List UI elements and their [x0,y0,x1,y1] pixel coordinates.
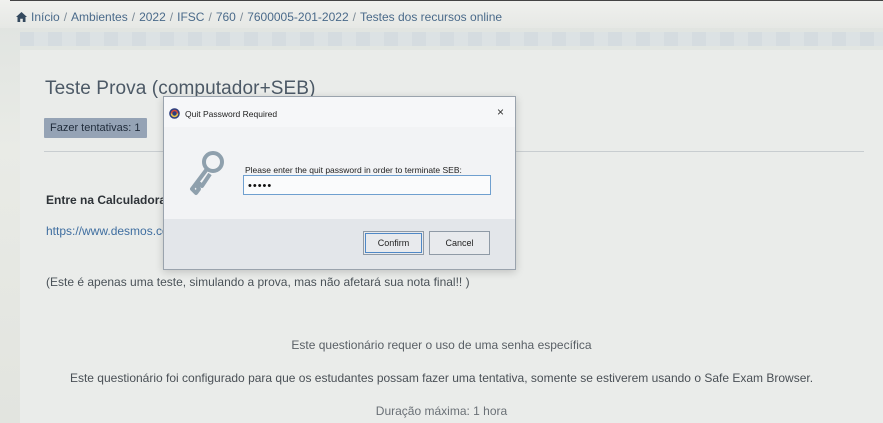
duration-text: Duração máxima: 1 hora [375,404,508,418]
close-icon[interactable]: × [494,106,507,119]
home-icon[interactable] [16,12,27,22]
breadcrumb-separator: / [239,10,244,24]
cancel-button[interactable]: Cancel [429,231,490,255]
top-divider [10,0,883,1]
quiz-note: (Este é apenas uma teste, simulando a pr… [46,275,470,289]
key-icon [190,151,224,195]
confirm-button[interactable]: Confirm [363,231,424,255]
dialog-title: Quit Password Required [185,109,278,119]
seb-notice-text: Este questionário foi configurado para q… [69,371,814,385]
password-requirement-text: Este questionário requer o uso de uma se… [291,338,592,352]
breadcrumb-item-2022[interactable]: 2022 [139,10,166,24]
breadcrumb-item-course[interactable]: 7600005-201-2022 [247,10,348,24]
breadcrumb-separator: / [169,10,174,24]
calculator-heading: Entre na Calculadora [46,193,167,207]
breadcrumb-item-ifsc[interactable]: IFSC [177,10,204,24]
breadcrumb-item-ambientes[interactable]: Ambientes [71,10,128,24]
quit-password-dialog: Quit Password Required × Please enter th… [163,96,516,270]
quit-password-input[interactable]: ••••• [243,175,491,195]
calculator-link[interactable]: https://www.desmos.co [46,224,169,238]
breadcrumb-separator: / [131,10,136,24]
breadcrumb-item-testes[interactable]: Testes dos recursos online [360,10,502,24]
dialog-prompt: Please enter the quit password in order … [245,165,462,175]
breadcrumb-item-760[interactable]: 760 [216,10,236,24]
page-background: Início / Ambientes / 2022 / IFSC / 760 /… [0,0,883,423]
header-band [20,32,883,46]
seb-app-icon [169,108,180,119]
breadcrumb-separator: / [352,10,356,24]
breadcrumb-separator: / [63,10,68,24]
breadcrumb-separator: / [208,10,212,24]
attempts-badge: Fazer tentativas: 1 [44,118,147,138]
breadcrumb-item-inicio[interactable]: Início [31,10,60,24]
breadcrumb: Início / Ambientes / 2022 / IFSC / 760 /… [16,10,502,24]
